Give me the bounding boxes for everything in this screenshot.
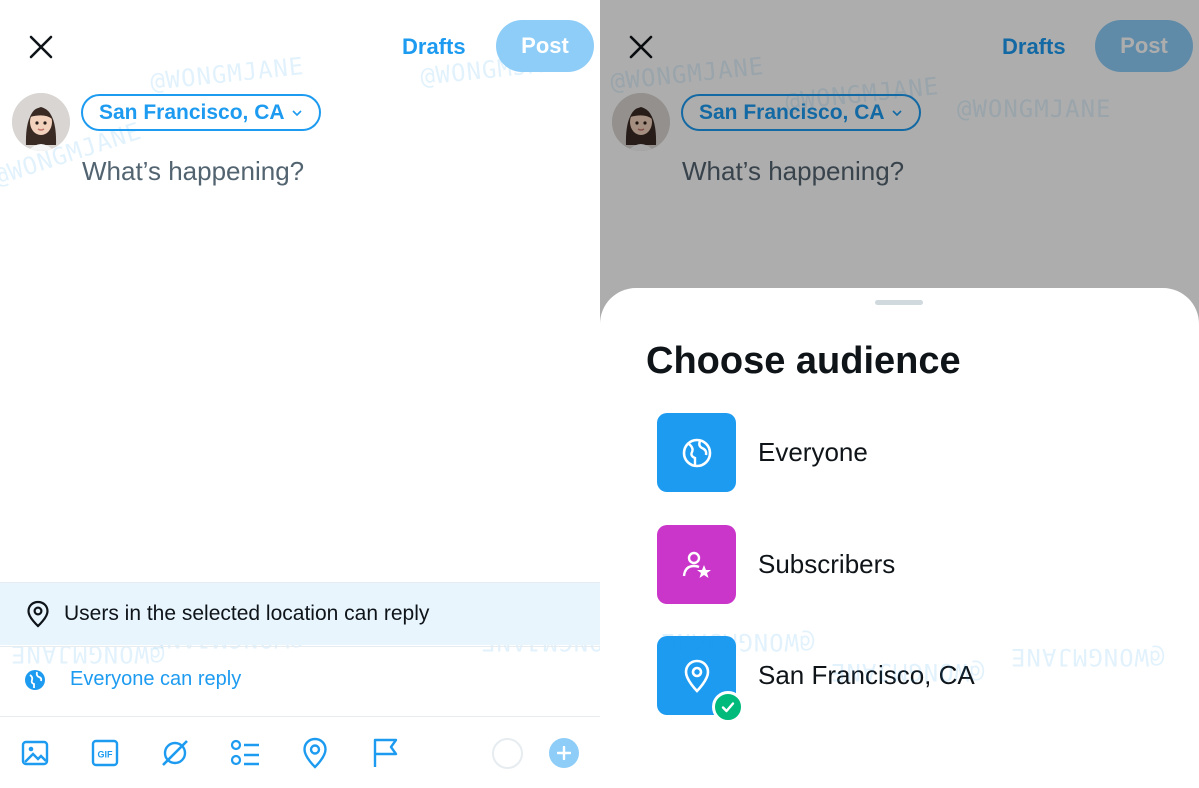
image-icon[interactable] (17, 735, 53, 771)
subscriber-star-icon (657, 525, 736, 604)
globe-icon (25, 669, 45, 690)
reply-banner-text: Users in the selected location can reply (64, 602, 430, 625)
gif-icon[interactable]: GIF (87, 735, 123, 771)
plus-icon (557, 746, 571, 760)
svg-text:GIF: GIF (98, 750, 114, 760)
sheet-drag-handle[interactable] (875, 300, 923, 305)
audience-option-everyone[interactable]: Everyone (657, 413, 1177, 493)
reply-setting-label: Everyone can reply (70, 668, 242, 690)
watermark: @WONGMJANE (148, 52, 306, 96)
poll-icon[interactable] (227, 735, 263, 771)
post-text-input[interactable]: What’s happening? (82, 156, 304, 187)
post-button[interactable]: Post (496, 20, 594, 72)
add-post-button[interactable] (549, 738, 579, 768)
audience-option-label: Everyone (758, 437, 868, 467)
location-pin-icon (27, 600, 49, 628)
audience-picker-screen: @WONGMJANE @WONGMJANE @WONGMJANE Drafts … (600, 0, 1199, 788)
grok-icon[interactable] (157, 735, 193, 771)
divider (0, 716, 600, 717)
reply-restriction-banner: Users in the selected location can reply (0, 583, 600, 645)
audience-option-label: San Francisco, CA (758, 660, 975, 690)
location-icon[interactable] (297, 735, 333, 771)
compose-screen: @WONGMJANE @WONGMJANE @WONGMJANE @WONGMJ… (0, 0, 600, 788)
globe-icon (657, 413, 736, 492)
chevron-down-icon (291, 109, 302, 116)
selected-check-icon (712, 691, 744, 723)
audience-option-label: Subscribers (758, 549, 896, 579)
divider (0, 646, 600, 647)
sheet-title: Choose audience (646, 340, 961, 382)
drafts-button[interactable]: Drafts (402, 34, 466, 60)
audience-option-location[interactable]: San Francisco, CA (657, 636, 1177, 723)
character-count-ring (492, 738, 523, 769)
avatar (12, 93, 70, 151)
audience-bottom-sheet: Choose audience Everyone Subscribers San… (600, 288, 1199, 788)
location-label: San Francisco, CA (99, 100, 285, 124)
flag-icon[interactable] (367, 735, 403, 771)
location-audience-button[interactable]: San Francisco, CA (81, 94, 321, 131)
close-icon[interactable] (26, 32, 56, 62)
reply-setting-button[interactable]: Everyone can reply (24, 668, 241, 691)
audience-option-subscribers[interactable]: Subscribers (657, 525, 1177, 605)
